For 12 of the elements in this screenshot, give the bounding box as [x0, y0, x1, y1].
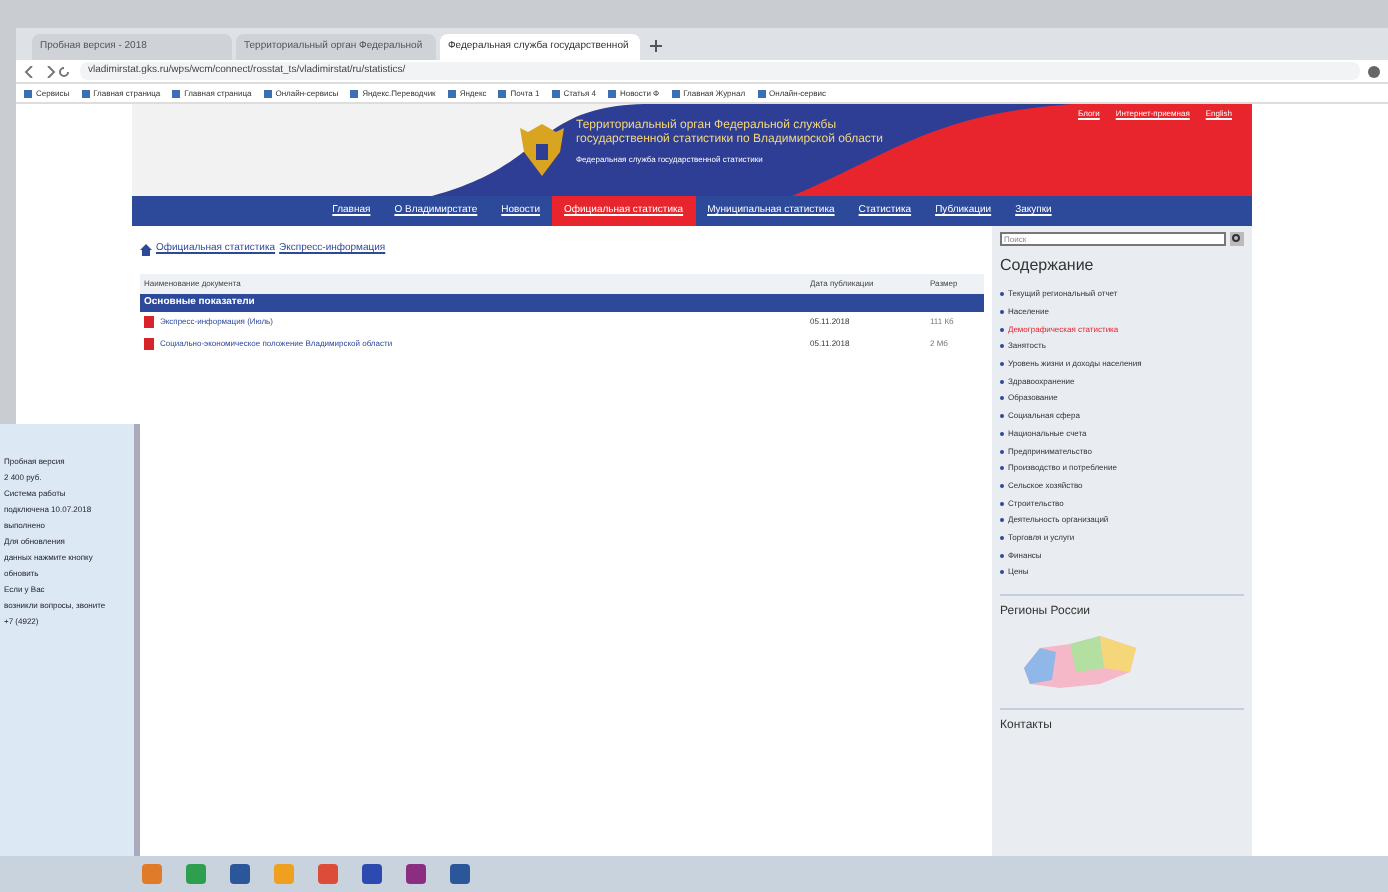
- taskbar-app-icon[interactable]: [404, 862, 428, 886]
- taskbar-app-icon[interactable]: [316, 862, 340, 886]
- navigation-arrows-icon[interactable]: [24, 65, 72, 77]
- emblem-icon: [516, 120, 568, 180]
- profile-icon[interactable]: [1368, 65, 1380, 77]
- taskbar-app-icon[interactable]: [448, 862, 472, 886]
- taskbar-app-icon[interactable]: [360, 862, 384, 886]
- search-icon[interactable]: [1230, 232, 1244, 246]
- sidebar-title: Содержание: [1000, 254, 1096, 278]
- new-tab-icon[interactable]: [650, 40, 662, 52]
- home-icon[interactable]: [140, 243, 152, 256]
- taskbar-app-icon[interactable]: [228, 862, 252, 886]
